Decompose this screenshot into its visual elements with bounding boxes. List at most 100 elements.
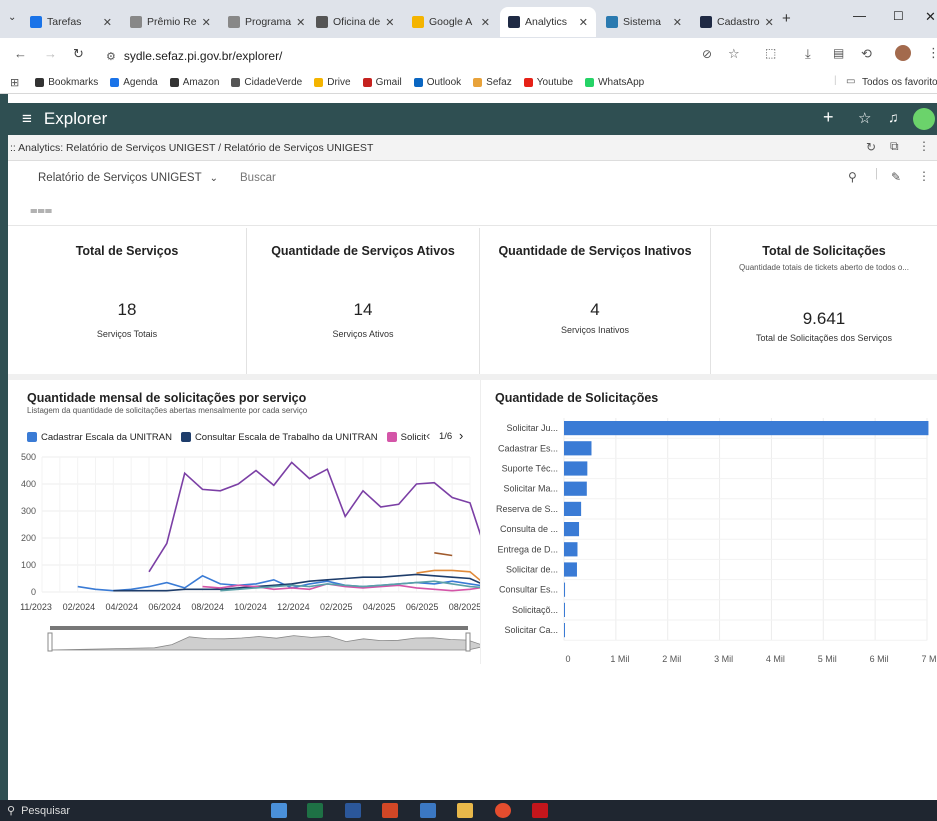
tab-close-icon[interactable]: ✕ <box>385 16 394 29</box>
report-menu-icon[interactable]: ⋮ <box>918 169 930 183</box>
bar-chart[interactable]: 0 1 Mil 2 Mil 3 Mil 4 Mil 5 Mil 6 Mil 7 Mil Soli… <box>480 410 937 664</box>
site-info-icon[interactable]: ⚙ <box>106 50 116 63</box>
forward-icon[interactable]: → <box>44 46 57 61</box>
extensions-icon[interactable]: ⬚ <box>765 46 776 60</box>
minimize-icon[interactable]: — <box>853 8 866 23</box>
y-tick-label: Consultar Es... <box>499 585 558 595</box>
open-window-icon[interactable]: ⧉ <box>890 139 899 154</box>
taskbar-app-icon[interactable] <box>271 803 287 818</box>
tab-label: Oficina de <box>333 16 381 28</box>
browser-tab[interactable]: Tarefas ✕ <box>22 7 120 37</box>
browser-tab[interactable]: Analytics ✕ <box>500 7 596 37</box>
line-chart[interactable]: 0 100 200 300 400 500 11/2023 02/2024 04/2024 06/… <box>8 445 480 665</box>
browser-tab[interactable]: Sistema ✕ <box>598 7 690 37</box>
y-tick-label: Solicitaçõ... <box>512 605 558 615</box>
chevron-down-icon[interactable]: ⌄ <box>210 173 218 184</box>
bookmark-label: Sefaz <box>486 77 512 88</box>
tab-label: Sistema <box>623 16 661 28</box>
close-window-icon[interactable]: ✕ <box>925 9 936 25</box>
filter-icon[interactable]: ⩶ <box>30 202 52 218</box>
tab-close-icon[interactable]: ✕ <box>579 16 588 29</box>
add-icon[interactable]: + <box>823 107 834 128</box>
all-bookmarks-link[interactable]: Todos os favoritos <box>862 77 937 88</box>
bookmark-icon <box>413 78 423 87</box>
tab-close-icon[interactable]: ✕ <box>103 16 112 29</box>
bookmark-icon <box>314 78 324 87</box>
reading-list-icon[interactable]: ▤ <box>833 46 844 60</box>
notification-bell-icon[interactable]: ♫ <box>888 109 899 125</box>
tracking-icon[interactable]: ⊘ <box>702 47 712 61</box>
history-icon[interactable]: ⟲ <box>861 46 872 62</box>
bookmark-item[interactable]: Youtube <box>523 77 573 88</box>
legend-pager: 1/6 <box>439 431 453 442</box>
edit-pencil-icon[interactable]: ✎ <box>891 170 901 184</box>
search-icon[interactable]: ⚲ <box>848 170 857 184</box>
bookmark-item[interactable]: Amazon <box>169 77 219 88</box>
taskbar-search-icon[interactable]: ⚲ <box>7 804 15 817</box>
browser-tab[interactable]: Cadastro ✕ <box>692 7 776 37</box>
bookmark-item[interactable]: Gmail <box>362 77 402 88</box>
user-avatar[interactable] <box>913 108 935 130</box>
left-sidebar-strip <box>0 94 8 800</box>
line-chart-legend: Cadastrar Escala da UNITRAN Consultar Esc… <box>27 430 427 444</box>
apps-grid-icon[interactable]: ⊞ <box>10 76 19 89</box>
calculator-icon[interactable] <box>420 803 436 818</box>
chrome-icon[interactable] <box>495 803 511 818</box>
hamburger-menu-icon[interactable]: ≡ <box>22 109 32 129</box>
legend-prev-icon[interactable]: ‹ <box>426 428 430 443</box>
bookmark-item[interactable]: WhatsApp <box>585 77 644 88</box>
maximize-icon[interactable]: ☐ <box>893 9 904 23</box>
tab-close-icon[interactable]: ✕ <box>296 16 305 29</box>
more-options-icon[interactable]: ⋮ <box>918 139 930 153</box>
legend-item[interactable]: Cadastrar Escala da UNITRAN <box>27 432 172 443</box>
browser-tab[interactable]: Oficina de ✕ <box>308 7 402 37</box>
bookmark-label: Gmail <box>375 77 402 88</box>
bookmark-star-icon[interactable]: ☆ <box>728 46 740 62</box>
excel-icon[interactable] <box>307 803 323 818</box>
kpi-servicos-inativos: Quantidade de Serviços Inativos 4 Serviç… <box>480 228 711 374</box>
word-icon[interactable] <box>345 803 361 818</box>
report-select[interactable]: Relatório de Serviços UNIGEST <box>38 172 202 184</box>
download-icon[interactable]: ⤓ <box>805 46 811 62</box>
bookmark-item[interactable]: Outlook <box>413 77 461 88</box>
tab-close-icon[interactable]: ✕ <box>673 16 682 29</box>
bookmark-label: WhatsApp <box>598 77 645 88</box>
new-tab-icon[interactable]: + <box>782 10 791 27</box>
profile-avatar[interactable] <box>895 45 911 61</box>
refresh-icon[interactable]: ↻ <box>866 140 876 154</box>
taskbar-search[interactable]: Pesquisar <box>21 805 70 817</box>
y-tick-label: Consulta de ... <box>500 524 558 534</box>
browser-menu-icon[interactable]: ⋮ <box>927 45 937 61</box>
browser-tab[interactable]: Prêmio Re ✕ <box>122 7 218 37</box>
bookmark-icon <box>523 78 533 87</box>
legend-next-icon[interactable]: › <box>459 428 463 443</box>
bookmark-item[interactable]: CidadeVerde <box>231 77 302 88</box>
tab-close-icon[interactable]: ✕ <box>765 16 774 29</box>
back-icon[interactable]: ← <box>14 46 27 61</box>
y-tick-label: Reserva de S... <box>496 504 558 514</box>
address-bar[interactable]: ⚙ sydle.sefaz.pi.gov.br/explorer/ <box>106 44 686 68</box>
acrobat-icon[interactable] <box>532 803 548 818</box>
bookmark-item[interactable]: Drive <box>314 77 351 88</box>
y-tick-label: Solicitar Ju... <box>506 423 558 433</box>
legend-item[interactable]: Solicit <box>386 432 426 443</box>
bookmark-item[interactable]: Sefaz <box>473 77 512 88</box>
browser-tab[interactable]: Google A ✕ <box>404 7 498 37</box>
bookmark-item[interactable]: Bookmarks <box>35 77 98 88</box>
bookmark-item[interactable]: Agenda <box>110 77 158 88</box>
browser-tab[interactable]: Programa ✕ <box>220 7 306 37</box>
y-tick-label: Entrega de D... <box>497 544 558 554</box>
legend-item[interactable]: Consultar Escala de Trabalho da UNITRAN <box>180 432 378 443</box>
file-explorer-icon[interactable] <box>457 803 473 818</box>
tab-search-icon[interactable]: ⌄ <box>8 12 16 23</box>
bar <box>564 421 929 436</box>
tab-close-icon[interactable]: ✕ <box>481 16 490 29</box>
tab-close-icon[interactable]: ✕ <box>202 16 211 29</box>
breadcrumb[interactable]: :: Analytics: Relatório de Serviços UNIG… <box>10 142 373 154</box>
favorite-star-icon[interactable]: ☆ <box>858 109 871 127</box>
reload-icon[interactable]: ↻ <box>73 46 84 62</box>
powerpoint-icon[interactable] <box>382 803 398 818</box>
range-handle-left <box>47 632 53 652</box>
search-input[interactable]: Buscar <box>240 172 276 184</box>
x-tick-label: 02/2025 <box>320 602 353 612</box>
